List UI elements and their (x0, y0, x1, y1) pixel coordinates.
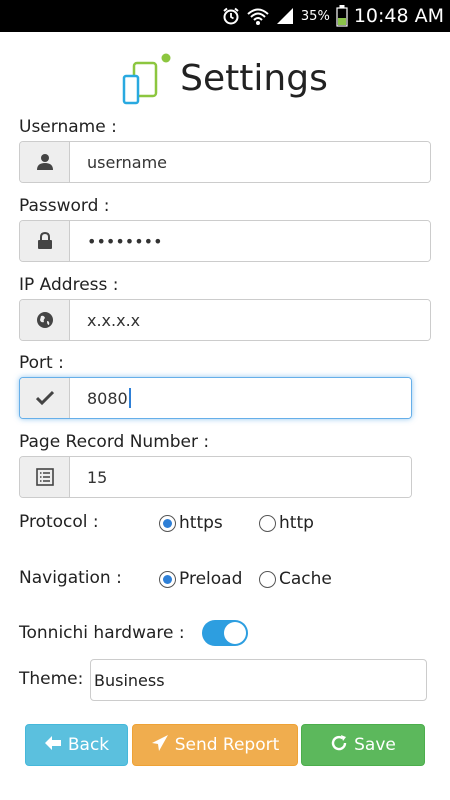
radio-https-label: https (179, 513, 223, 533)
password-group: •••••••• (19, 220, 431, 262)
clock: 10:48 AM (353, 5, 444, 27)
refresh-icon (330, 734, 348, 757)
protocol-option-http[interactable]: http (259, 513, 314, 533)
devices-logo-icon (122, 50, 172, 106)
radio-https[interactable] (159, 514, 176, 532)
username-input[interactable]: username (70, 142, 430, 182)
user-icon (20, 142, 70, 182)
port-group: 8080 (19, 377, 412, 419)
radio-preload[interactable] (159, 570, 176, 588)
protocol-option-https[interactable]: https (159, 513, 223, 533)
protocol-label: Protocol : (19, 512, 99, 532)
alarm-icon (221, 6, 241, 26)
port-input[interactable]: 8080 (70, 378, 411, 418)
password-label: Password : (19, 196, 110, 216)
header: Settings (0, 50, 450, 106)
globe-icon (20, 300, 70, 340)
radio-preload-label: Preload (179, 569, 243, 589)
radio-http[interactable] (259, 514, 276, 532)
back-button-label: Back (67, 735, 110, 755)
ip-address-label: IP Address : (19, 275, 119, 295)
send-report-button[interactable]: Send Report (132, 724, 298, 766)
ip-address-group: x.x.x.x (19, 299, 431, 341)
arrow-left-icon (44, 735, 62, 756)
wifi-icon (247, 6, 269, 26)
navigation-label: Navigation : (19, 568, 122, 588)
list-icon (20, 457, 70, 497)
port-label: Port : (19, 353, 64, 373)
radio-cache[interactable] (259, 570, 276, 588)
battery-icon (336, 5, 348, 27)
username-label: Username : (19, 117, 117, 137)
page-record-number-label: Page Record Number : (19, 432, 210, 452)
password-input[interactable]: •••••••• (70, 221, 430, 261)
signal-icon (275, 6, 295, 26)
navigation-option-preload[interactable]: Preload (159, 569, 242, 589)
check-icon (20, 378, 70, 418)
page-record-number-input[interactable]: 15 (70, 457, 411, 497)
radio-cache-label: Cache (279, 569, 332, 589)
text-cursor (128, 388, 131, 408)
send-icon (151, 734, 169, 757)
theme-label: Theme: (19, 669, 84, 689)
page-record-number-group: 15 (19, 456, 412, 498)
save-button[interactable]: Save (301, 724, 425, 766)
hardware-toggle[interactable] (202, 620, 248, 646)
hardware-label: Tonnichi hardware : (19, 623, 185, 643)
battery-percent: 35% (300, 8, 330, 24)
status-bar-right: 35% 10:48 AM (221, 0, 444, 32)
back-button[interactable]: Back (25, 724, 128, 766)
page-title: Settings (180, 57, 328, 99)
username-group: username (19, 141, 431, 183)
send-report-button-label: Send Report (174, 735, 280, 755)
save-button-label: Save (354, 735, 396, 755)
navigation-option-cache[interactable]: Cache (259, 569, 332, 589)
theme-input[interactable]: Business (90, 659, 427, 701)
radio-http-label: http (279, 513, 314, 533)
port-value: 8080 (87, 388, 128, 408)
lock-icon (20, 221, 70, 261)
status-bar: 35% 10:48 AM (0, 0, 450, 32)
toggle-knob (224, 622, 246, 644)
ip-address-input[interactable]: x.x.x.x (70, 300, 430, 340)
